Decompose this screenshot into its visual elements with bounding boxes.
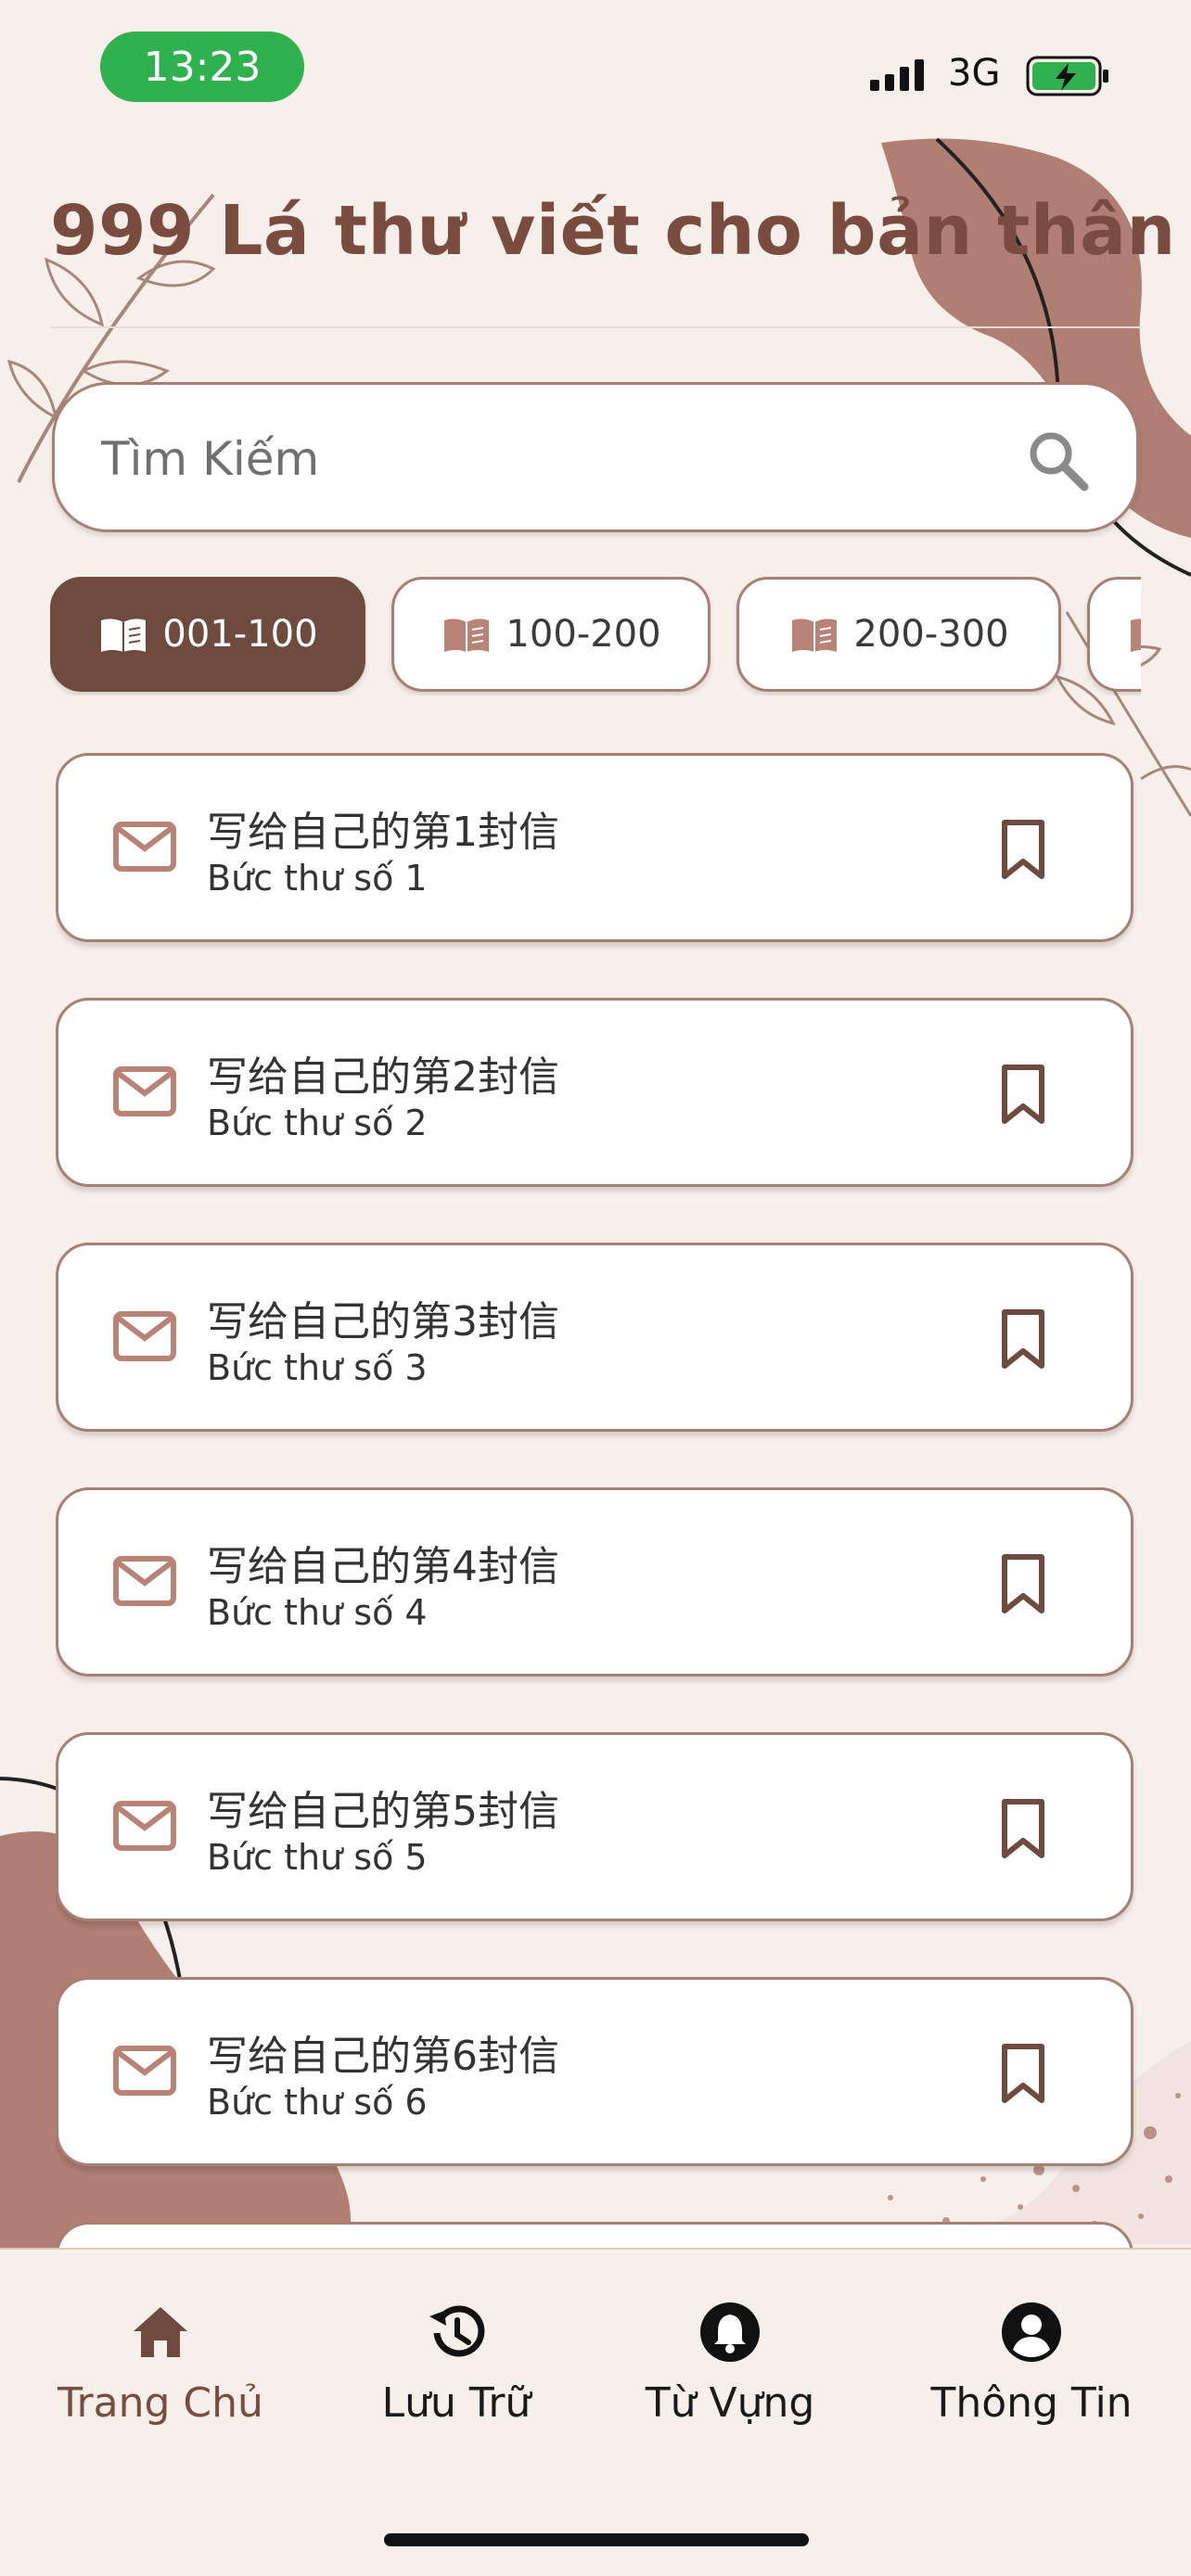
letter-subtitle: Bức thư số 5 [207, 1837, 428, 1878]
nav-archive[interactable]: Lưu Trữ [345, 2300, 568, 2439]
category-chips: 001-100 100-200 200-300 [50, 575, 1141, 695]
bookmark-icon[interactable] [999, 1308, 1047, 1370]
chip-label: 100-200 [506, 613, 661, 656]
nav-label: Từ Vựng [645, 2379, 815, 2427]
letter-subtitle: Bức thư số 6 [207, 2082, 428, 2123]
search-bar[interactable] [52, 382, 1139, 532]
letter-title: 写给自己的第6封信 [207, 2033, 559, 2080]
nav-label: Trang Chủ [58, 2379, 263, 2427]
chip-next-partial[interactable] [1087, 577, 1141, 692]
status-bar: 13:23 3G [0, 0, 1191, 139]
chip-200-300[interactable]: 200-300 [736, 577, 1061, 692]
title-divider [50, 326, 1141, 328]
home-indicator[interactable] [384, 2533, 809, 2546]
chip-label: 200-300 [853, 613, 1009, 656]
letter-list: 写给自己的第1封信 Bức thư số 1 写给自己的第2封信 Bức thư… [56, 753, 1137, 2248]
bookmark-icon[interactable] [999, 1798, 1047, 1859]
nav-label: Lưu Trữ [381, 2379, 531, 2427]
letter-subtitle: Bức thư số 2 [207, 1103, 428, 1143]
letter-item[interactable]: 写给自己的第4封信 Bức thư số 4 [56, 1487, 1133, 1677]
letter-subtitle: Bức thư số 3 [207, 1347, 428, 1388]
letter-item[interactable]: 写给自己的第2封信 Bức thư số 2 [56, 998, 1133, 1187]
nav-home[interactable]: Trang Chủ [45, 2300, 276, 2439]
book-icon [792, 618, 838, 652]
letter-subtitle: Bức thư số 1 [207, 858, 428, 899]
letter-item-partial[interactable] [56, 2222, 1133, 2248]
bottom-navigation: Trang Chủ Lưu Trữ Từ Vựng Thông Tin [0, 2248, 1191, 2576]
letter-subtitle: Bức thư số 4 [207, 1592, 428, 1633]
bookmark-icon[interactable] [999, 819, 1047, 880]
mail-icon [113, 1066, 176, 1116]
book-icon [444, 618, 490, 652]
search-input[interactable] [101, 413, 992, 505]
page-title: 999 Lá thư viết cho bản thân [50, 191, 1176, 271]
letter-item[interactable]: 写给自己的第5封信 Bức thư số 5 [56, 1732, 1133, 1921]
mail-icon [113, 1801, 176, 1851]
mail-icon [113, 1311, 176, 1361]
chip-100-200[interactable]: 100-200 [391, 577, 711, 692]
battery-icon [1026, 56, 1108, 96]
network-type: 3G [948, 52, 1001, 95]
letter-item[interactable]: 写给自己的第1封信 Bức thư số 1 [56, 753, 1133, 942]
letter-title: 写给自己的第1封信 [207, 809, 559, 856]
nav-vocabulary[interactable]: Từ Vựng [614, 2300, 846, 2439]
letter-item[interactable]: 写给自己的第6封信 Bức thư số 6 [56, 1977, 1133, 2166]
search-icon[interactable] [1021, 424, 1095, 498]
nav-label: Thông Tin [930, 2379, 1133, 2427]
status-time: 13:23 [100, 32, 304, 102]
bookmark-icon[interactable] [999, 2043, 1047, 2104]
mail-icon [113, 1556, 176, 1606]
bookmark-icon[interactable] [999, 1553, 1047, 1614]
signal-icon [870, 59, 924, 91]
letter-title: 写给自己的第3封信 [207, 1298, 559, 1345]
bookmark-icon[interactable] [999, 1064, 1047, 1125]
letter-item[interactable]: 写给自己的第3封信 Bức thư số 3 [56, 1243, 1133, 1432]
chip-001-100[interactable]: 001-100 [50, 577, 365, 692]
account-icon [1002, 2302, 1061, 2362]
mail-icon [113, 822, 176, 872]
mail-icon [113, 2046, 176, 2096]
letter-title: 写给自己的第5封信 [207, 1788, 559, 1835]
bell-icon [700, 2302, 760, 2362]
nav-info[interactable]: Thông Tin [911, 2300, 1152, 2439]
letter-title: 写给自己的第2封信 [207, 1053, 559, 1101]
book-icon [101, 618, 147, 652]
chip-label: 001-100 [162, 613, 318, 656]
home-icon [134, 2307, 187, 2357]
letter-title: 写给自己的第4封信 [207, 1543, 559, 1590]
book-icon [1131, 618, 1141, 652]
history-icon [429, 2305, 485, 2357]
